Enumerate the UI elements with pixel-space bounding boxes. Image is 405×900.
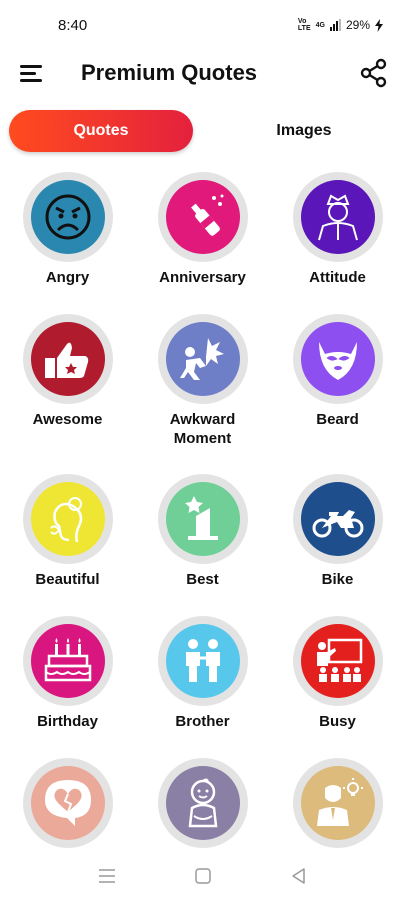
category-label: Bike	[321, 571, 354, 588]
category-best[interactable]: Best	[135, 474, 270, 614]
category-businessman[interactable]	[270, 758, 405, 852]
tab-quotes[interactable]: Quotes	[9, 110, 193, 152]
category-brother[interactable]: Brother	[135, 616, 270, 756]
category-beautiful[interactable]: Beautiful	[0, 474, 135, 614]
category-label: Awesome	[32, 411, 103, 428]
busy-presentation-icon	[317, 638, 363, 682]
baby-icon	[188, 778, 218, 828]
category-label: Anniversary	[159, 269, 246, 286]
battery-percent: 29%	[345, 18, 370, 32]
category-awesome[interactable]: Awesome	[0, 314, 135, 454]
category-label: Beautiful	[35, 571, 100, 588]
beautiful-face-icon	[50, 497, 83, 543]
status-indicators: Vo LTE 4G 29%	[298, 18, 383, 32]
page-title: Premium Quotes	[81, 60, 258, 85]
volte-icon: Vo LTE	[297, 18, 311, 32]
birthday-cake-icon	[44, 638, 92, 682]
thumbs-up-icon	[45, 342, 89, 378]
category-baby[interactable]	[135, 758, 270, 852]
category-birthday[interactable]: Birthday	[0, 616, 135, 756]
category-label: Brother	[175, 713, 230, 730]
attitude-person-icon	[318, 194, 358, 241]
star-trophy-icon	[185, 496, 218, 540]
network-4g-icon: 4G	[315, 21, 325, 29]
businessman-idea-icon	[317, 778, 363, 826]
category-bike[interactable]: Bike	[270, 474, 405, 614]
home-icon[interactable]	[193, 866, 213, 886]
charging-bolt-icon	[375, 18, 383, 32]
app-bar: Premium Quotes	[0, 52, 405, 96]
brothers-icon	[186, 639, 220, 682]
category-anniversary[interactable]: Anniversary	[135, 172, 270, 312]
hamburger-menu-icon[interactable]	[20, 64, 44, 84]
category-label: Birthday	[37, 713, 98, 730]
category-beard[interactable]: Beard	[270, 314, 405, 454]
category-label: Busy	[319, 713, 356, 730]
category-grid: Angry Anniversary Attitude Awesome Awkwa…	[0, 172, 405, 852]
category-label: Beard	[316, 411, 359, 428]
share-icon[interactable]	[359, 58, 389, 88]
system-nav-bar	[0, 852, 405, 900]
broken-heart-icon	[45, 780, 91, 826]
awkward-fall-icon	[180, 338, 224, 380]
category-awkward-moment[interactable]: Awkward Moment	[135, 314, 270, 454]
back-icon[interactable]	[289, 866, 309, 886]
category-label: Awkward Moment	[169, 411, 236, 447]
tab-bar: Quotes Images	[0, 110, 405, 152]
category-label: Angry	[45, 269, 90, 286]
status-time: 8:40	[58, 17, 88, 34]
signal-icon	[329, 19, 341, 31]
category-attitude[interactable]: Attitude	[270, 172, 405, 312]
category-broken-heart[interactable]	[0, 758, 135, 852]
motorbike-icon	[312, 510, 364, 538]
category-label: Attitude	[309, 269, 366, 286]
champagne-icon	[191, 194, 224, 236]
category-busy[interactable]: Busy	[270, 616, 405, 756]
tab-images[interactable]: Images	[212, 110, 396, 152]
beard-icon	[319, 342, 357, 380]
category-label: Best	[186, 571, 219, 588]
angry-face-icon	[45, 194, 91, 240]
category-angry[interactable]: Angry	[0, 172, 135, 312]
status-bar: 8:40 Vo LTE 4G 29%	[0, 0, 405, 52]
recents-icon[interactable]	[97, 866, 117, 886]
